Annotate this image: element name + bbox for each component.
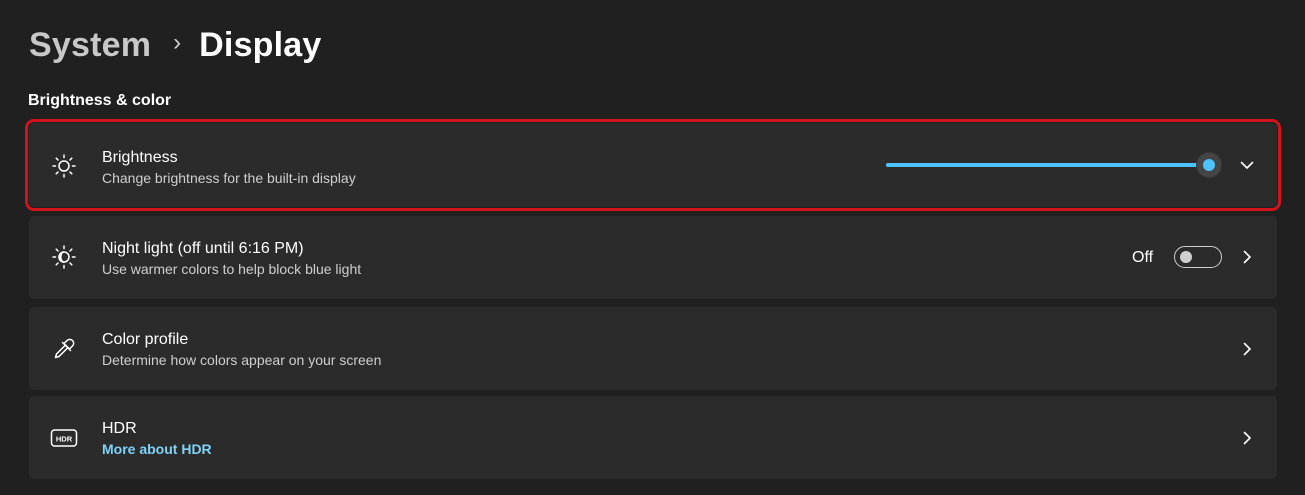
hdr-icon-text: HDR [56, 435, 73, 444]
eyedropper-icon [50, 335, 78, 363]
sun-icon [50, 152, 78, 180]
night-light-title: Night light (off until 6:16 PM) [102, 240, 304, 257]
chevron-down-icon[interactable] [1239, 157, 1255, 173]
color-profile-card[interactable]: Color profile Determine how colors appea… [29, 307, 1277, 390]
breadcrumb: System › Display [29, 22, 322, 68]
brightness-slider[interactable] [886, 153, 1221, 177]
chevron-right-icon[interactable] [1239, 341, 1255, 357]
chevron-right-icon[interactable] [1239, 430, 1255, 446]
slider-fill [886, 163, 1209, 167]
hdr-card[interactable]: HDR HDR More about HDR [29, 396, 1277, 479]
chevron-right-icon[interactable] [1239, 249, 1255, 265]
brightness-title: Brightness [102, 149, 178, 166]
more-about-hdr-link[interactable]: More about HDR [102, 439, 212, 459]
slider-thumb[interactable] [1196, 153, 1221, 177]
toggle-knob [1180, 251, 1192, 263]
night-light-icon [50, 243, 78, 271]
night-light-subtitle: Use warmer colors to help block blue lig… [102, 261, 362, 277]
night-light-card[interactable]: Night light (off until 6:16 PM) Use warm… [29, 216, 1277, 299]
page-title: Display [199, 25, 322, 64]
hdr-icon: HDR [50, 424, 78, 452]
night-light-toggle-label: Off [1132, 249, 1154, 266]
color-profile-title: Color profile [102, 331, 189, 348]
hdr-title: HDR [102, 420, 137, 437]
breadcrumb-separator-icon: › [173, 29, 182, 56]
breadcrumb-system[interactable]: System [29, 26, 151, 65]
section-title: Brightness & color [28, 92, 172, 109]
night-light-toggle[interactable] [1174, 246, 1222, 268]
brightness-subtitle: Change brightness for the built-in displ… [102, 170, 356, 186]
brightness-card[interactable]: Brightness Change brightness for the bui… [25, 119, 1281, 211]
color-profile-subtitle: Determine how colors appear on your scre… [102, 352, 382, 368]
